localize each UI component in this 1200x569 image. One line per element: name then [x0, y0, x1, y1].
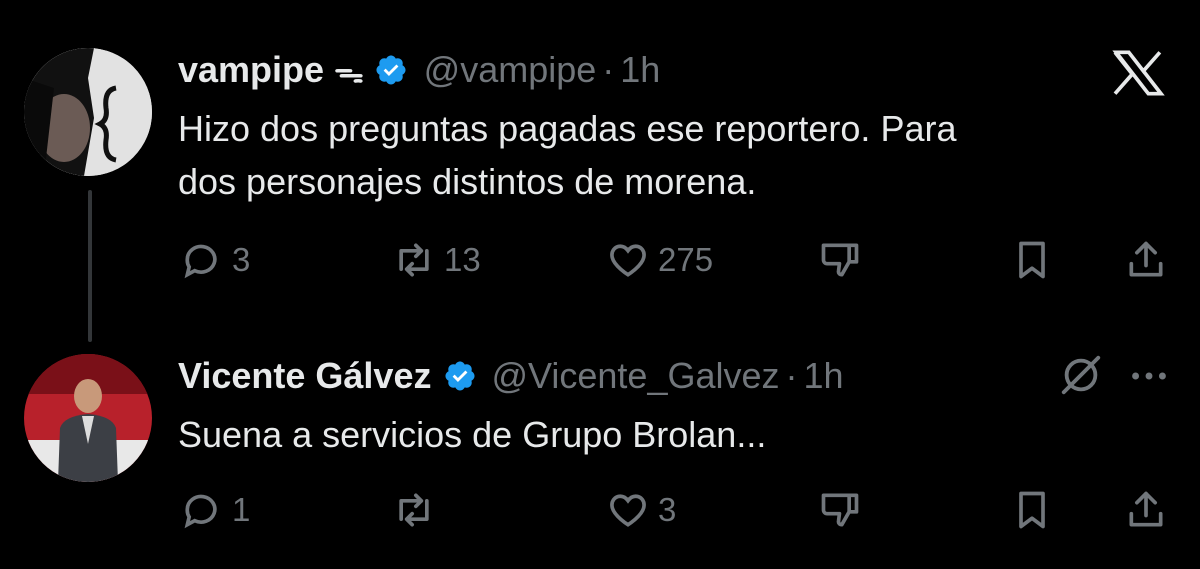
separator: · — [602, 49, 615, 90]
like-count: 3 — [658, 491, 677, 528]
separator: · — [785, 355, 798, 396]
like-button[interactable]: 3 — [606, 488, 676, 532]
tweet2-header: Vicente Gálvez @Vicente_Galvez · 1h — [178, 354, 844, 398]
handle[interactable]: @Vicente_Galvez — [491, 355, 779, 397]
reply-icon — [184, 244, 217, 279]
grok-icon[interactable] — [1056, 352, 1106, 398]
bookmark-button[interactable] — [1010, 488, 1054, 532]
bookmark-icon — [1019, 491, 1045, 529]
tweet2-text: Suena a servicios de Grupo Brolan... — [178, 414, 767, 455]
verified-icon[interactable] — [443, 359, 477, 393]
dislike-icon — [821, 493, 859, 527]
repost-icon — [399, 243, 429, 277]
timestamp[interactable]: 1h — [620, 49, 660, 91]
avatar-vampipe[interactable] — [24, 48, 152, 176]
dislike-button[interactable] — [818, 238, 862, 282]
share-button[interactable] — [1124, 238, 1168, 282]
reply-button[interactable]: 3 — [180, 238, 250, 282]
name-emoji: ᯓ — [334, 55, 364, 89]
dislike-button[interactable] — [818, 488, 862, 532]
tweet1-header: vampipe ᯓ @vampipe · 1h — [178, 48, 660, 92]
repost-button[interactable]: 13 — [392, 238, 481, 282]
handle[interactable]: @vampipe — [424, 49, 597, 91]
x-logo-icon — [1108, 50, 1168, 96]
reply-icon — [184, 494, 217, 529]
repost-button[interactable] — [392, 488, 444, 532]
avatar-vampipe-image — [24, 48, 152, 176]
reply-button[interactable]: 1 — [180, 488, 250, 532]
more-icon[interactable] — [1126, 356, 1172, 396]
avatar-vicente-image — [24, 354, 152, 482]
timestamp[interactable]: 1h — [804, 355, 844, 397]
repost-icon — [399, 493, 429, 527]
bookmark-icon — [1019, 241, 1045, 279]
display-name[interactable]: Vicente Gálvez — [178, 355, 431, 397]
share-icon — [1129, 491, 1163, 527]
share-button[interactable] — [1124, 488, 1168, 532]
avatar-vicente-galvez[interactable] — [24, 354, 152, 482]
like-button[interactable]: 275 — [606, 238, 713, 282]
share-icon — [1129, 241, 1163, 277]
display-name[interactable]: vampipe — [178, 49, 324, 91]
tweet1-text-line1: Hizo dos preguntas pagadas ese reportero… — [178, 108, 957, 149]
verified-icon[interactable] — [374, 53, 408, 87]
like-count: 275 — [658, 241, 714, 278]
bookmark-button[interactable] — [1010, 238, 1054, 282]
repost-count: 13 — [444, 241, 481, 278]
thread-line — [88, 190, 92, 342]
like-icon — [610, 244, 646, 277]
dislike-icon — [821, 243, 859, 277]
reply-count: 3 — [232, 241, 251, 278]
tweet1-text-line2: dos personajes distintos de morena. — [178, 161, 757, 202]
reply-count: 1 — [232, 491, 251, 528]
like-icon — [610, 494, 646, 527]
tweet1-text: Hizo dos preguntas pagadas ese reportero… — [178, 102, 1168, 208]
